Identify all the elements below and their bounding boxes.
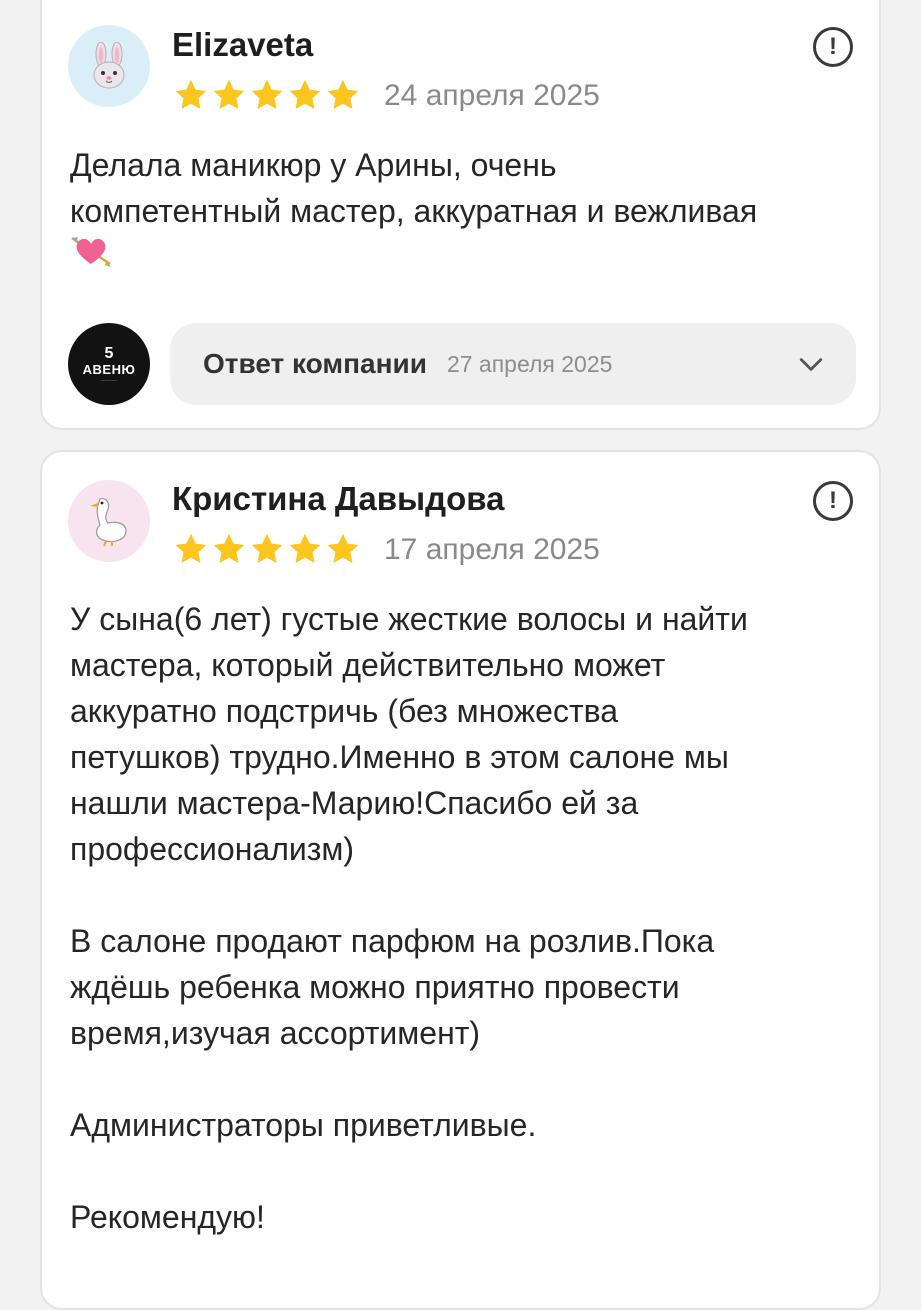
company-logo: 5 АВЕНЮ ———— [68, 323, 150, 405]
review-author[interactable]: Кристина Давыдова [172, 480, 504, 518]
review-text: Делала маникюр у Арины, очень компетентн… [70, 147, 758, 229]
logo-word: АВЕНЮ [82, 361, 136, 377]
review-date: 24 апреля 2025 [384, 79, 600, 112]
star-icon [251, 79, 283, 109]
review-text: У сына(6 лет) густые жесткие волосы и на… [70, 601, 748, 1235]
exclamation-icon: ! [829, 33, 837, 60]
reply-label: Ответ компании [203, 348, 427, 379]
review-author[interactable]: Elizaveta [172, 26, 313, 64]
review-card: Кристина Давыдова 17 апреля 2025 ! У сын… [40, 450, 881, 1310]
exclamation-icon: ! [829, 487, 837, 514]
reply-date: 27 апреля 2025 [446, 350, 613, 377]
star-icon [251, 533, 283, 563]
star-icon [289, 533, 321, 563]
star-icon [289, 79, 321, 109]
chevron-down-icon [799, 358, 823, 371]
report-button[interactable]: ! [813, 27, 853, 67]
review-card: Elizaveta 24 апреля 2025 ! Делала маникю… [40, 0, 881, 430]
logo-number: 5 [104, 344, 114, 362]
star-icon [327, 533, 359, 563]
heart-with-arrow-icon [71, 236, 111, 267]
star-rating [172, 77, 362, 113]
star-rating [172, 531, 362, 567]
report-button[interactable]: ! [813, 481, 853, 521]
bunny-face-icon [93, 42, 125, 89]
star-icon [175, 533, 207, 563]
goose-icon [90, 498, 127, 547]
avatar[interactable] [68, 25, 150, 107]
avatar[interactable] [68, 480, 150, 562]
review-date: 17 апреля 2025 [384, 533, 600, 566]
logo-tagline-graphic: ———— [101, 376, 117, 382]
star-icon [327, 79, 359, 109]
star-icon [213, 79, 245, 109]
star-icon [175, 79, 207, 109]
star-icon [213, 533, 245, 563]
company-reply-toggle[interactable]: Ответ компании 27 апреля 2025 [170, 323, 856, 405]
